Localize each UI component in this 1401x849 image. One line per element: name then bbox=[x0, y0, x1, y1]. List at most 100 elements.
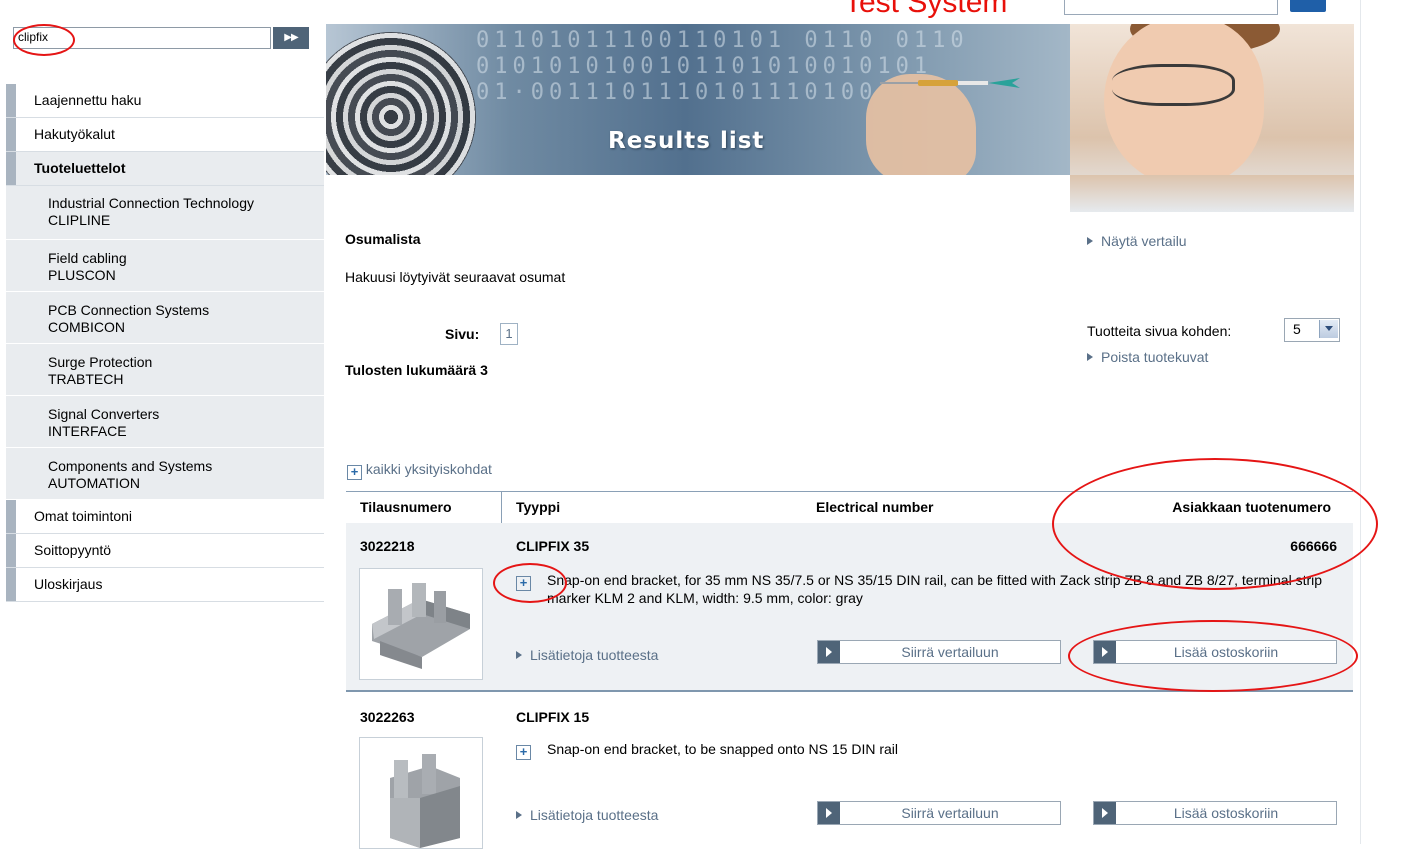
results-intro: Hakuusi löytyivät seuraavat osumat bbox=[345, 269, 566, 285]
search-input[interactable] bbox=[14, 28, 268, 46]
subitem-title: Field cabling bbox=[48, 250, 127, 266]
add-to-compare-button[interactable]: Siirrä vertailuun bbox=[817, 801, 1061, 825]
sidebar-marker bbox=[6, 152, 16, 185]
plus-icon[interactable]: + bbox=[347, 465, 362, 480]
sidebar-marker bbox=[6, 84, 16, 117]
end-bracket-image bbox=[372, 583, 470, 669]
brand-text: Test System bbox=[844, 0, 1008, 19]
results-table-header: Tilausnumero Tyyppi Electrical number As… bbox=[346, 491, 1353, 524]
page-number-link[interactable]: 1 bbox=[500, 323, 518, 345]
sidebar-subitem-pluscon[interactable]: Field cabling PLUSCON bbox=[6, 240, 324, 292]
show-comparison-link[interactable]: Näytä vertailu bbox=[1087, 233, 1187, 249]
description-text: Snap-on end bracket, for 35 mm NS 35/7.5… bbox=[547, 572, 1323, 606]
sidebar-marker bbox=[6, 118, 16, 151]
product-image[interactable] bbox=[359, 737, 483, 849]
hand-image bbox=[866, 74, 976, 175]
search-field[interactable] bbox=[13, 27, 271, 49]
play-icon bbox=[818, 641, 840, 663]
triangle-right-icon bbox=[516, 651, 522, 659]
subitem-title: Components and Systems bbox=[48, 458, 213, 474]
product-type[interactable]: CLIPFIX 15 bbox=[516, 709, 589, 725]
sidebar: Laajennettu haku Hakutyökalut Tuoteluett… bbox=[6, 84, 324, 602]
results-count: Tulosten lukumäärä 3 bbox=[345, 362, 488, 378]
banner-image: 01101011100110101 0110 0110 010101010010… bbox=[326, 24, 1354, 175]
banner-title: Results list bbox=[608, 128, 765, 154]
all-details-toggle[interactable]: + kaikki yksityiskohdat bbox=[347, 461, 492, 480]
top-search-field[interactable] bbox=[1064, 0, 1278, 15]
subitem-brand: TRABTECH bbox=[48, 371, 124, 387]
sidebar-subitem-trabtech[interactable]: Surge Protection TRABTECH bbox=[6, 344, 324, 396]
page-label: Sivu: bbox=[445, 326, 480, 342]
triangle-right-icon bbox=[1087, 237, 1093, 245]
top-strip: Test System bbox=[0, 0, 1401, 24]
add-to-cart-button[interactable]: Lisää ostoskoriin bbox=[1093, 640, 1337, 664]
add-to-cart-button[interactable]: Lisää ostoskoriin bbox=[1093, 801, 1337, 825]
subitem-brand: COMBICON bbox=[48, 319, 125, 335]
product-details-link[interactable]: Lisätietoja tuotteesta bbox=[516, 647, 658, 663]
sidebar-subitem-interface[interactable]: Signal Converters INTERFACE bbox=[6, 396, 324, 448]
all-details-label: kaikki yksityiskohdat bbox=[365, 461, 492, 477]
subitem-brand: AUTOMATION bbox=[48, 475, 141, 491]
per-page-select[interactable]: 5 bbox=[1284, 318, 1340, 342]
description-text: Snap-on end bracket, to be snapped onto … bbox=[547, 741, 898, 757]
sidebar-item-label: Tuoteluettelot bbox=[34, 160, 126, 176]
per-page-label: Tuotteita sivua kohden: bbox=[1087, 323, 1232, 339]
sidebar-item-label: Omat toimintoni bbox=[34, 508, 133, 524]
product-description: + Snap-on end bracket, to be snapped ont… bbox=[516, 740, 1336, 760]
sidebar-item-callback[interactable]: Soittopyyntö bbox=[6, 534, 324, 568]
sidebar-item-label: Hakutyökalut bbox=[34, 126, 115, 142]
column-header-electrical[interactable]: Electrical number bbox=[816, 492, 934, 523]
search-submit-button[interactable]: ▶▶ bbox=[273, 27, 309, 49]
column-header-order[interactable]: Tilausnumero bbox=[360, 492, 452, 523]
subitem-title: PCB Connection Systems bbox=[48, 302, 210, 318]
remove-images-link[interactable]: Poista tuotekuvat bbox=[1087, 349, 1208, 365]
triangle-right-icon bbox=[516, 811, 522, 819]
top-search-button[interactable] bbox=[1290, 0, 1326, 12]
product-details-link[interactable]: Lisätietoja tuotteesta bbox=[516, 807, 658, 823]
sidebar-subitem-clipline[interactable]: Industrial Connection Technology CLIPLIN… bbox=[6, 186, 324, 240]
right-gutter bbox=[1360, 0, 1401, 844]
plus-icon[interactable]: + bbox=[516, 576, 531, 591]
column-header-type[interactable]: Tyyppi bbox=[516, 492, 560, 523]
sidebar-subitem-combicon[interactable]: PCB Connection Systems COMBICON bbox=[6, 292, 324, 344]
remove-images-label: Poista tuotekuvat bbox=[1101, 349, 1209, 365]
table-row: 3022218 CLIPFIX 35 666666 + Snap-on end … bbox=[346, 523, 1353, 692]
subitem-brand: PLUSCON bbox=[48, 267, 116, 283]
sidebar-marker bbox=[6, 500, 16, 533]
product-details-label: Lisätietoja tuotteesta bbox=[530, 807, 659, 823]
sidebar-item-logout[interactable]: Uloskirjaus bbox=[6, 568, 324, 602]
product-image[interactable] bbox=[359, 568, 483, 680]
sidebar-marker bbox=[6, 534, 16, 567]
add-to-compare-label: Siirrä vertailuun bbox=[901, 805, 999, 821]
triangle-right-icon bbox=[1087, 353, 1093, 361]
plus-icon[interactable]: + bbox=[516, 745, 531, 760]
table-row: 3022263 CLIPFIX 15 + Snap-on end bracket… bbox=[346, 692, 1353, 849]
subitem-title: Signal Converters bbox=[48, 406, 160, 422]
column-divider bbox=[501, 492, 502, 523]
person-glasses bbox=[1112, 64, 1235, 106]
sidebar-item-my-actions[interactable]: Omat toimintoni bbox=[6, 500, 324, 534]
column-header-customer-number[interactable]: Asiakkaan tuotenumero bbox=[1172, 492, 1331, 523]
sidebar-item-search-tools[interactable]: Hakutyökalut bbox=[6, 118, 324, 152]
subitem-brand: INTERFACE bbox=[48, 423, 127, 439]
customer-product-number: 666666 bbox=[1290, 538, 1337, 554]
order-number: 3022263 bbox=[360, 709, 415, 725]
sidebar-subitem-automation[interactable]: Components and Systems AUTOMATION bbox=[6, 448, 324, 500]
sidebar-item-advanced-search[interactable]: Laajennettu haku bbox=[6, 84, 324, 118]
show-comparison-label: Näytä vertailu bbox=[1101, 233, 1187, 249]
dartboard-image bbox=[326, 32, 476, 175]
play-icon bbox=[818, 802, 840, 824]
product-type[interactable]: CLIPFIX 35 bbox=[516, 538, 589, 554]
product-details-label: Lisätietoja tuotteesta bbox=[530, 647, 659, 663]
person-photo-extension bbox=[1070, 175, 1354, 212]
chevron-down-icon[interactable] bbox=[1319, 320, 1338, 338]
subitem-brand: CLIPLINE bbox=[48, 212, 111, 228]
dart-image bbox=[880, 78, 1020, 88]
sidebar-item-catalogs[interactable]: Tuoteluettelot bbox=[6, 152, 324, 186]
subitem-title: Industrial Connection Technology bbox=[48, 195, 254, 211]
sidebar-item-label: Soittopyyntö bbox=[34, 542, 112, 558]
add-to-cart-label: Lisää ostoskoriin bbox=[1173, 805, 1279, 821]
per-page-value: 5 bbox=[1293, 321, 1301, 337]
add-to-compare-button[interactable]: Siirrä vertailuun bbox=[817, 640, 1061, 664]
sidebar-item-label: Uloskirjaus bbox=[34, 576, 103, 592]
